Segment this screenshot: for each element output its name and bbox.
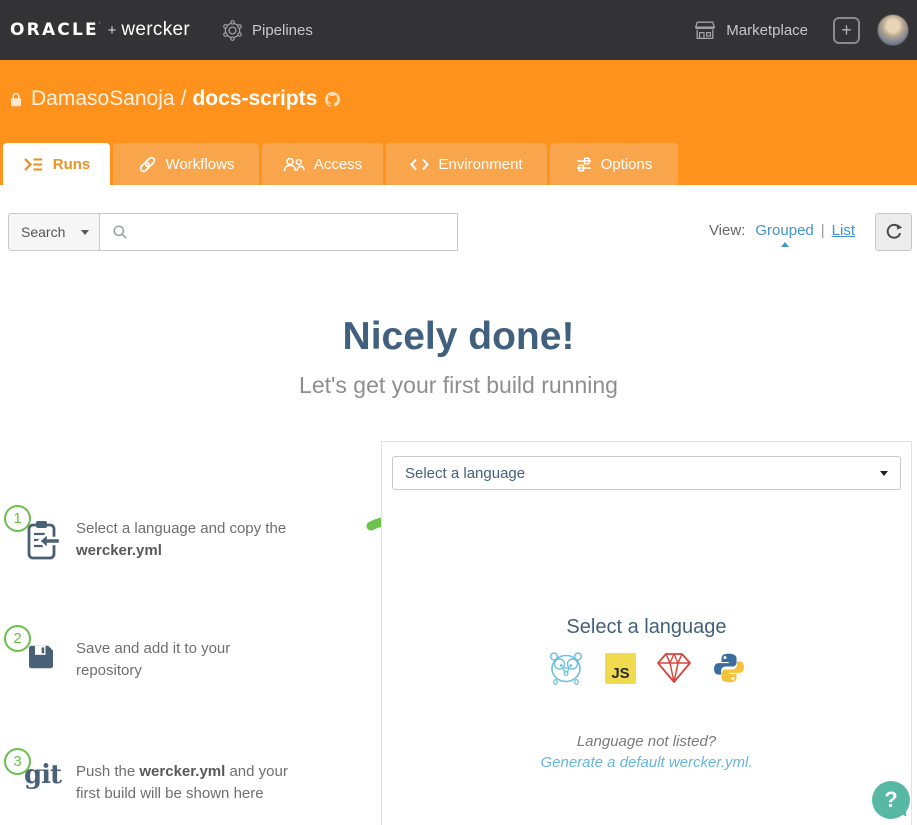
repo-name: docs-scripts — [192, 87, 317, 111]
step-text-part: Select a language and copy the — [76, 520, 286, 537]
view-list-link[interactable]: List — [832, 222, 855, 239]
language-not-listed-text: Language not listed? — [382, 733, 911, 750]
refresh-button[interactable] — [875, 213, 912, 251]
chevron-down-icon — [880, 471, 888, 476]
clipboard-arrow-icon — [26, 519, 60, 561]
pipelines-label: Pipelines — [252, 22, 313, 39]
step-number-badge: 3 — [4, 748, 31, 775]
step-text: Save and add it to your repository — [76, 625, 294, 682]
environment-icon — [410, 158, 429, 171]
top-navbar: ORACLE ’ + wercker Pipelines — [0, 0, 917, 60]
logo-plus-sign: + — [108, 22, 117, 39]
wercker-app: ORACLE ’ + wercker Pipelines — [0, 0, 917, 825]
search-scope-label: Search — [21, 224, 65, 240]
generate-wercker-yml-link[interactable]: Generate a default wercker.yml. — [382, 754, 911, 771]
tab-options-label: Options — [601, 156, 653, 173]
tab-workflows[interactable]: Workflows — [113, 143, 259, 185]
ruby-icon[interactable] — [656, 652, 692, 684]
tab-options[interactable]: Options — [550, 143, 678, 185]
step-text: Select a language and copy the wercker.y… — [76, 505, 294, 562]
marketplace-icon — [694, 20, 716, 40]
javascript-icon[interactable]: JS — [605, 653, 636, 684]
runs-toolbar: Search View: Grouped | List — [0, 213, 917, 253]
refresh-icon — [885, 223, 903, 241]
language-heading: Select a language — [382, 616, 911, 639]
page-title: Nicely done! — [0, 314, 917, 360]
access-icon — [283, 157, 305, 172]
language-select-value: Select a language — [405, 465, 525, 482]
search-box — [100, 213, 458, 251]
add-application-button[interactable]: + — [833, 17, 860, 44]
step-text-bold: wercker.yml — [139, 763, 225, 780]
language-select[interactable]: Select a language — [392, 456, 901, 490]
user-avatar[interactable] — [877, 14, 909, 46]
repo-owner[interactable]: DamasoSanoja — [31, 87, 175, 111]
view-separator: | — [821, 222, 825, 239]
search-group: Search — [8, 213, 458, 251]
repo-header: DamasoSanoja / docs-scripts Runs — [0, 60, 917, 185]
hero: Nicely done! Let's get your first build … — [0, 314, 917, 399]
github-icon — [325, 92, 340, 107]
runs-icon — [23, 157, 44, 172]
oracle-trademark: ’ — [99, 21, 101, 30]
step-text: Push the wercker.yml and your first buil… — [76, 748, 294, 805]
lock-icon — [10, 92, 22, 107]
view-controls: View: Grouped | List — [709, 222, 855, 239]
tab-environment-label: Environment — [438, 156, 522, 173]
step-push-build: 3 git Push the wercker.yml and your firs… — [0, 748, 340, 805]
save-disk-icon — [26, 643, 54, 671]
step-text-bold: wercker.yml — [76, 542, 162, 559]
view-label: View: — [709, 222, 745, 239]
tab-workflows-label: Workflows — [166, 156, 235, 173]
chevron-down-icon — [81, 230, 89, 235]
options-icon — [576, 157, 592, 172]
pipelines-icon — [222, 20, 243, 41]
repo-separator: / — [181, 87, 187, 111]
nav-item-marketplace[interactable]: Marketplace — [694, 20, 808, 40]
tab-environment[interactable]: Environment — [386, 143, 547, 185]
python-icon[interactable] — [712, 651, 746, 685]
tab-access-label: Access — [314, 156, 362, 173]
tab-runs-label: Runs — [53, 156, 91, 173]
step-save-repository: 2 Save and add it to your repository — [0, 625, 340, 682]
language-panel: Select a language Select a language — [381, 441, 912, 825]
step-select-language: 1 Select a language and copy the wercker… — [0, 505, 340, 562]
repo-title: DamasoSanoja / docs-scripts — [10, 87, 340, 111]
step-text-part: Push the — [76, 763, 139, 780]
step-number-badge: 2 — [4, 625, 31, 652]
page-subtitle: Let's get your first build running — [0, 372, 917, 399]
search-input[interactable] — [136, 223, 457, 241]
nav-item-pipelines[interactable]: Pipelines — [222, 20, 313, 41]
help-button[interactable]: ? — [872, 781, 910, 819]
tab-runs[interactable]: Runs — [3, 143, 110, 185]
search-scope-dropdown[interactable]: Search — [8, 213, 100, 251]
navbar-right-group: Marketplace + — [694, 14, 909, 46]
step-text-part: Save and add it to your repository — [76, 640, 230, 679]
language-icons-row: JS — [382, 649, 911, 687]
javascript-label: JS — [605, 653, 636, 684]
workflows-icon — [138, 155, 157, 174]
wercker-logo-text: wercker — [121, 19, 190, 41]
golang-icon[interactable] — [547, 650, 585, 686]
tab-access[interactable]: Access — [262, 143, 383, 185]
step-number-badge: 1 — [4, 505, 31, 532]
oracle-logo-text: ORACLE — [10, 20, 99, 40]
view-grouped-link[interactable]: Grouped — [755, 222, 813, 239]
repo-tabbar: Runs Workflows Access — [3, 143, 678, 185]
marketplace-label: Marketplace — [726, 22, 808, 39]
oracle-wercker-logo[interactable]: ORACLE ’ + wercker — [10, 19, 190, 41]
search-icon — [112, 224, 128, 240]
